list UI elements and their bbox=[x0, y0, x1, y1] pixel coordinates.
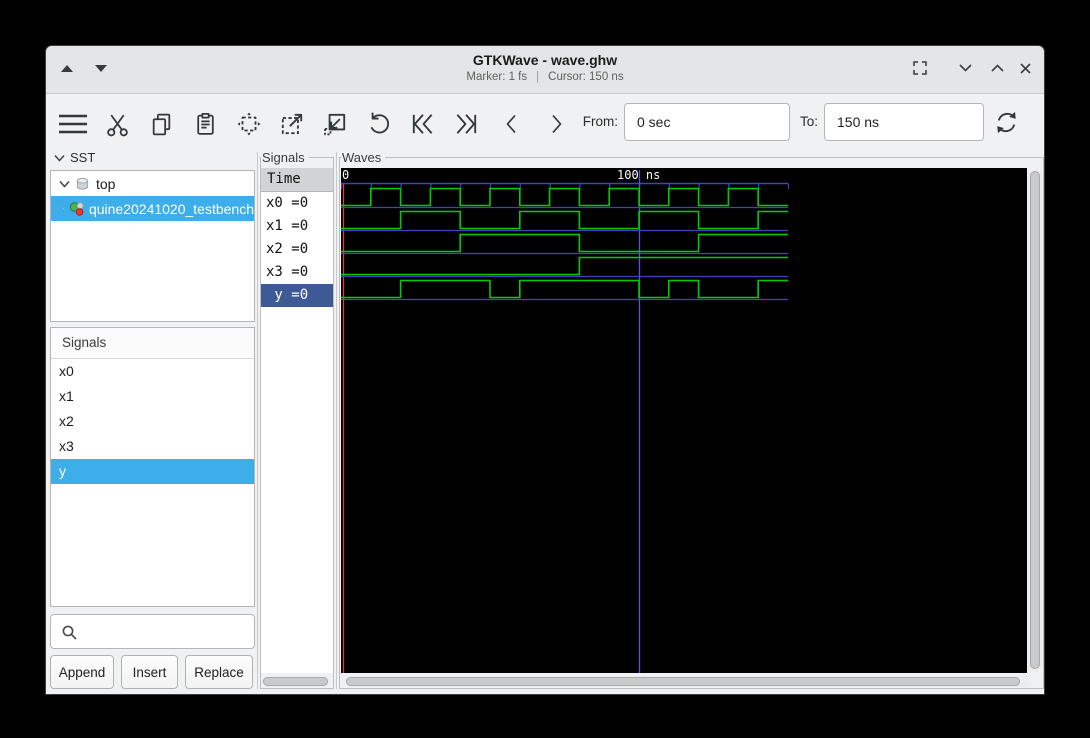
waves-frame-label: Waves bbox=[341, 150, 386, 165]
waveform-svg: 0 100 ns bbox=[341, 168, 790, 673]
from-input[interactable] bbox=[624, 103, 790, 141]
signal-names-hscrollbar-thumb[interactable] bbox=[263, 677, 328, 686]
titlebar-up-arrow-button[interactable] bbox=[57, 59, 77, 77]
chevron-up-icon bbox=[990, 64, 1004, 72]
gtkwave-window: GTKWave - wave.ghw Marker: 1 fs | Cursor… bbox=[45, 45, 1045, 695]
to-label: To: bbox=[799, 114, 818, 129]
pane-splitter-left[interactable] bbox=[257, 152, 258, 689]
status-line: Marker: 1 fs | Cursor: 150 ns bbox=[46, 71, 1044, 83]
signal-list-item-x3[interactable]: x3 bbox=[51, 434, 254, 459]
svg-text:0: 0 bbox=[342, 168, 349, 182]
undo-icon bbox=[370, 112, 390, 134]
titlebar[interactable]: GTKWave - wave.ghw Marker: 1 fs | Cursor… bbox=[46, 46, 1044, 94]
search-icon bbox=[62, 625, 77, 640]
waves-hscrollbar-thumb[interactable] bbox=[346, 677, 1020, 686]
maximize-button[interactable] bbox=[986, 58, 1008, 78]
waves-hscrollbar[interactable] bbox=[344, 676, 1032, 687]
copy-icon bbox=[152, 113, 170, 135]
titlebar-down-arrow-button[interactable] bbox=[91, 59, 111, 77]
cut-button[interactable] bbox=[101, 108, 133, 140]
tree-guide-line bbox=[57, 206, 60, 210]
menu-button[interactable] bbox=[55, 108, 91, 140]
undo-button[interactable] bbox=[362, 108, 394, 140]
paste-icon bbox=[196, 112, 214, 135]
signal-value-row-x1[interactable]: x1 =0 bbox=[261, 215, 333, 238]
scope-cylinder-icon bbox=[76, 177, 89, 190]
tree-item-top[interactable]: top bbox=[51, 171, 254, 196]
signal-value-row-x0[interactable]: x0 =0 bbox=[261, 192, 333, 215]
signal-list-item-x0[interactable]: x0 bbox=[51, 359, 254, 384]
signal-value-row-x3[interactable]: x3 =0 bbox=[261, 261, 333, 284]
sst-signals-panel: Signals x0 x1 x2 x3 y bbox=[50, 327, 255, 607]
signal-names-hscrollbar[interactable] bbox=[262, 676, 330, 687]
signals-list-header: Signals bbox=[51, 328, 254, 359]
search-input[interactable] bbox=[83, 619, 252, 646]
signal-value-row-y[interactable]: y =0 bbox=[261, 284, 333, 307]
chevron-down-icon bbox=[958, 64, 972, 72]
window-title: GTKWave - wave.ghw bbox=[472, 52, 618, 68]
fullscreen-icon bbox=[913, 61, 927, 75]
skip-to-start-button[interactable] bbox=[407, 108, 439, 140]
up-arrow-icon bbox=[61, 64, 73, 72]
zoom-fit-button[interactable] bbox=[233, 108, 265, 140]
sst-section-header[interactable]: SST bbox=[54, 150, 95, 165]
skip-to-start-icon bbox=[412, 114, 433, 134]
expander-right-icon bbox=[62, 207, 64, 210]
screen: { "window": { "title": "GTKWave - wave.g… bbox=[0, 0, 1090, 738]
zoom-fit-icon bbox=[237, 112, 261, 136]
close-icon bbox=[1019, 62, 1031, 74]
chevron-right-icon bbox=[552, 114, 562, 134]
insert-button[interactable]: Insert bbox=[121, 655, 178, 689]
signal-list-item-y[interactable]: y bbox=[51, 459, 254, 484]
skip-to-end-button[interactable] bbox=[450, 108, 482, 140]
minimize-button[interactable] bbox=[954, 58, 976, 78]
waves-vscrollbar-thumb[interactable] bbox=[1030, 171, 1040, 669]
paste-button[interactable] bbox=[189, 108, 221, 140]
sst-collapse-icon bbox=[54, 154, 65, 162]
zoom-in-button[interactable] bbox=[276, 108, 308, 140]
zoom-in-icon bbox=[281, 113, 303, 135]
sst-tree: top quine20241020_testbench bbox=[50, 170, 255, 322]
signal-list: x0 x1 x2 x3 y bbox=[51, 359, 254, 484]
zoom-out-icon bbox=[324, 113, 346, 136]
chevron-left-icon bbox=[506, 114, 516, 134]
copy-button[interactable] bbox=[145, 108, 177, 140]
waveform-canvas[interactable]: 0 100 ns bbox=[341, 168, 1027, 673]
time-header[interactable]: Time bbox=[261, 168, 333, 192]
tree-item-testbench[interactable]: quine20241020_testbench bbox=[51, 196, 254, 221]
previous-button[interactable] bbox=[496, 108, 528, 140]
from-label: From: bbox=[582, 114, 618, 129]
cut-icon bbox=[106, 114, 128, 136]
module-icon bbox=[69, 201, 84, 216]
reload-icon bbox=[996, 111, 1016, 133]
signal-list-item-x2[interactable]: x2 bbox=[51, 409, 254, 434]
waves-vscrollbar[interactable] bbox=[1028, 169, 1042, 672]
status-separator: | bbox=[536, 71, 540, 83]
signal-value-row-x2[interactable]: x2 =0 bbox=[261, 238, 333, 261]
replace-button[interactable]: Replace bbox=[185, 655, 253, 689]
marker-status: Marker: 1 fs bbox=[466, 71, 528, 83]
pane-splitter-right[interactable] bbox=[336, 152, 337, 689]
signal-names-view: Time x0 =0 x1 =0 x2 =0 x3 =0 y =0 bbox=[261, 168, 333, 673]
down-arrow-icon bbox=[95, 64, 107, 72]
signal-search[interactable] bbox=[50, 614, 255, 649]
menu-icon bbox=[59, 114, 87, 134]
skip-to-end-icon bbox=[456, 114, 477, 134]
expander-down-icon bbox=[59, 180, 70, 188]
fullscreen-button[interactable] bbox=[908, 56, 932, 80]
signal-value-rows: x0 =0 x1 =0 x2 =0 x3 =0 y =0 bbox=[261, 192, 333, 307]
append-button[interactable]: Append bbox=[50, 655, 114, 689]
close-button[interactable] bbox=[1014, 58, 1036, 78]
svg-text:100 ns: 100 ns bbox=[617, 168, 660, 182]
zoom-out-button[interactable] bbox=[319, 108, 351, 140]
to-input[interactable] bbox=[824, 103, 984, 141]
signal-list-item-x1[interactable]: x1 bbox=[51, 384, 254, 409]
signals-frame-label: Signals bbox=[261, 150, 309, 165]
reload-button[interactable] bbox=[990, 106, 1022, 138]
toolbar: From: To: bbox=[46, 93, 1044, 151]
cursor-status: Cursor: 150 ns bbox=[548, 71, 624, 83]
